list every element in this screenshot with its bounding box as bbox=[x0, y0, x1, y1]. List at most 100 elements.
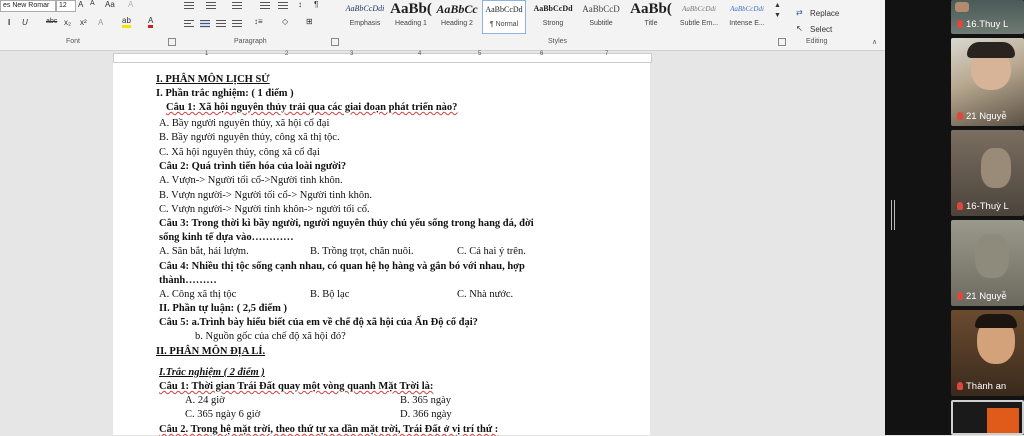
change-case-icon[interactable]: Aa bbox=[105, 0, 115, 9]
styles-scroll-down-icon[interactable]: ▼ bbox=[774, 12, 781, 19]
participant-label: 21 Nguyễ bbox=[957, 111, 1007, 122]
ruler-number: 6 bbox=[540, 51, 544, 57]
question-5: Câu 5: a.Trình bày hiểu biết của em về c… bbox=[159, 317, 478, 328]
select-button[interactable]: Select bbox=[810, 25, 832, 34]
shrink-font-icon[interactable]: A bbox=[90, 0, 95, 7]
ruler-number: 4 bbox=[418, 51, 422, 57]
bullets-icon[interactable] bbox=[184, 2, 194, 10]
participant-tile[interactable]: 21 Nguyễ bbox=[951, 38, 1024, 126]
participant-name: Thành an bbox=[966, 381, 1007, 392]
geo-question-2: Câu 2. Trong hệ mặt trời, theo thứ tự xa… bbox=[159, 424, 499, 435]
numbering-icon[interactable] bbox=[206, 2, 216, 10]
participant-label: 16.Thuy L bbox=[957, 19, 1008, 30]
geo-answer-1d: D. 366 ngày bbox=[400, 409, 452, 420]
font-name-box[interactable]: es New Romar bbox=[0, 0, 56, 12]
clear-format-icon[interactable]: A bbox=[128, 0, 133, 9]
participant-tile[interactable]: 16-Thuỳ L bbox=[951, 130, 1024, 216]
line-spacing-icon[interactable]: ↕≡ bbox=[254, 17, 263, 26]
style-strong[interactable]: AaBbCcDd Strong bbox=[532, 0, 574, 32]
answer-4c: C. Nhà nước. bbox=[457, 289, 514, 300]
heading-history: I. PHÂN MÔN LỊCH SỬ bbox=[156, 74, 270, 85]
font-dialog-launcher[interactable] bbox=[168, 38, 176, 46]
participant-name: 16.Thuy L bbox=[966, 19, 1009, 30]
participant-tile[interactable]: 21 Nguyễ bbox=[951, 220, 1024, 306]
show-marks-icon[interactable]: ¶ bbox=[314, 0, 318, 9]
style-normal[interactable]: AaBbCcDd ¶ Normal bbox=[482, 0, 526, 34]
question-3-cont: sống kinh tế dựa vào………… bbox=[159, 232, 294, 243]
text-effects-icon[interactable]: A bbox=[98, 18, 103, 27]
superscript-icon[interactable]: x² bbox=[80, 18, 87, 27]
style-heading-2[interactable]: AaBbCc Heading 2 bbox=[436, 0, 478, 32]
question-5b: b. Nguồn gốc của chế độ xã hội đó? bbox=[195, 331, 346, 342]
paragraph-dialog-launcher[interactable] bbox=[331, 38, 339, 46]
answer-2b: B. Vượn người-> Người tối cổ-> Người tin… bbox=[159, 190, 372, 201]
styles-dialog-launcher[interactable] bbox=[778, 38, 786, 46]
answer-2a: A. Vượn-> Người tối cổ->Người tinh khôn. bbox=[159, 175, 343, 186]
participant-tile[interactable]: 16.Thuy L bbox=[951, 0, 1024, 34]
shading-icon[interactable]: ◇ bbox=[282, 17, 288, 26]
participant-name: 21 Nguyễ bbox=[966, 111, 1007, 122]
heading-multiple-choice: I. Phần trắc nghiệm: ( 1 điểm ) bbox=[156, 88, 294, 99]
bold-icon[interactable]: I bbox=[8, 18, 10, 27]
horizontal-ruler[interactable]: 1 2 3 4 5 6 7 bbox=[0, 51, 885, 63]
participant-video bbox=[967, 42, 1015, 58]
align-right-icon[interactable] bbox=[216, 20, 226, 28]
paragraph-group-label: Paragraph bbox=[234, 38, 267, 45]
increase-indent-icon[interactable] bbox=[278, 2, 288, 10]
answer-1c: C. Xã hội nguyên thủy, công xã cổ đại bbox=[159, 147, 320, 158]
answer-1a: A. Bầy người nguyên thủy, xã hội cổ đại bbox=[159, 118, 330, 129]
answer-2c: C. Vượn người-> Người tinh khôn-> người … bbox=[159, 204, 370, 215]
ruler-number: 7 bbox=[605, 51, 609, 57]
multilevel-list-icon[interactable] bbox=[232, 2, 242, 10]
question-1: Câu 1: Xã hội nguyên thủy trải qua các g… bbox=[166, 102, 458, 113]
italic-icon[interactable]: U bbox=[22, 18, 28, 27]
participant-tile-self[interactable] bbox=[951, 400, 1024, 435]
styles-scroll-up-icon[interactable]: ▲ bbox=[774, 2, 781, 9]
justify-icon[interactable] bbox=[232, 20, 242, 28]
question-4: Câu 4: Nhiều thị tộc sống cạnh nhau, có … bbox=[159, 261, 525, 272]
collapse-ribbon-icon[interactable]: ∧ bbox=[872, 38, 877, 46]
font-group-label: Font bbox=[66, 38, 81, 45]
style-subtitle[interactable]: AaBbCcD Subtitle bbox=[580, 0, 622, 32]
participant-video bbox=[955, 2, 969, 12]
participant-video bbox=[975, 314, 1017, 328]
style-emphasis[interactable]: AaBbCcDdi Emphasis bbox=[344, 0, 386, 32]
ruler-number: 2 bbox=[285, 51, 289, 57]
document-page[interactable]: I. PHÂN MÔN LỊCH SỬ I. Phần trắc nghiệm:… bbox=[113, 63, 650, 435]
font-color-icon[interactable]: A bbox=[148, 16, 154, 28]
strikethrough-icon[interactable]: abc bbox=[46, 18, 57, 25]
align-left-icon[interactable] bbox=[184, 20, 194, 28]
panel-resize-handle[interactable] bbox=[891, 200, 895, 230]
font-size-box[interactable]: 12 bbox=[56, 0, 76, 12]
replace-button[interactable]: Replace bbox=[810, 9, 839, 18]
style-subtle-emphasis[interactable]: AaBbCcDdi Subtle Em... bbox=[678, 0, 720, 32]
participant-label: 21 Nguyễ bbox=[957, 291, 1007, 302]
geo-answer-1a: A. 24 giờ bbox=[185, 395, 225, 406]
mic-muted-icon bbox=[957, 112, 963, 120]
style-title[interactable]: AaBb(Title bbox=[630, 0, 672, 32]
decrease-indent-icon[interactable] bbox=[260, 2, 270, 10]
grow-font-icon[interactable]: A bbox=[78, 0, 83, 9]
question-3: Câu 3: Trong thời kì bầy người, người ng… bbox=[159, 218, 534, 229]
borders-icon[interactable]: ⊞ bbox=[306, 17, 313, 26]
participant-tile[interactable]: Thành an bbox=[951, 310, 1024, 396]
align-center-icon[interactable] bbox=[200, 20, 210, 28]
question-4-cont: thành……… bbox=[159, 275, 217, 286]
style-intense-emphasis[interactable]: AaBbCcDdi Intense E... bbox=[726, 0, 768, 32]
mic-muted-icon bbox=[957, 202, 963, 210]
answer-3a: A. Săn bắt, hái lượm. bbox=[159, 246, 249, 257]
mic-muted-icon bbox=[957, 292, 963, 300]
subscript-icon[interactable]: x₂ bbox=[64, 18, 71, 27]
ruler-number: 3 bbox=[350, 51, 354, 57]
sort-icon[interactable]: ↕ bbox=[298, 0, 302, 9]
answer-1b: B. Bầy người nguyên thủy, công xã thị tộ… bbox=[159, 132, 340, 143]
select-icon: ↖ bbox=[796, 24, 803, 33]
styles-group-label: Styles bbox=[548, 38, 568, 45]
geo-answer-1b: B. 365 ngày bbox=[400, 395, 452, 406]
mic-muted-icon bbox=[957, 20, 963, 28]
highlight-icon[interactable]: ab bbox=[122, 16, 131, 28]
geo-answer-1c: C. 365 ngày 6 giờ bbox=[185, 409, 261, 420]
ruler-bar bbox=[113, 53, 652, 63]
style-heading-1[interactable]: AaBb(Heading 1 bbox=[390, 0, 432, 32]
question-2: Câu 2: Quá trình tiến hóa của loài người… bbox=[159, 161, 347, 172]
